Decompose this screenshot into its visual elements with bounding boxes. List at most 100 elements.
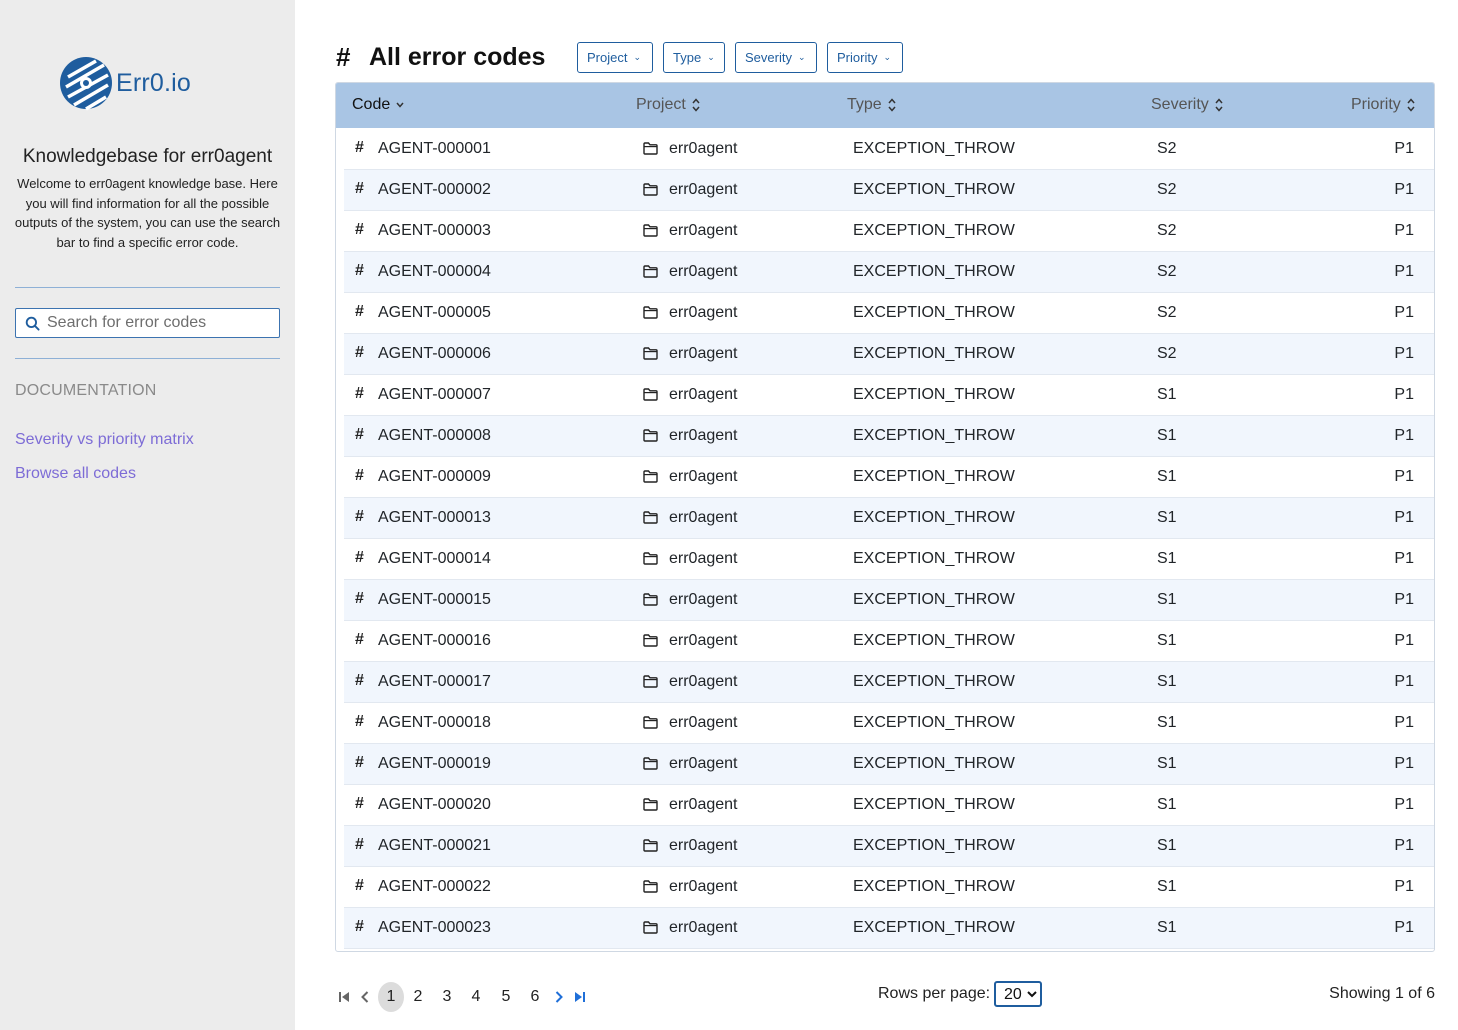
table-row[interactable]: # AGENT-000009 err0agent EXCEPTION_THROW S1 P… [344,457,1434,498]
code-cell[interactable]: AGENT-000022 [378,878,491,896]
page-button-5[interactable]: 5 [497,982,515,1012]
first-page-button[interactable] [336,982,352,1012]
priority-cell: P1 [1394,632,1414,649]
prev-page-button[interactable] [358,982,372,1012]
type-cell: EXCEPTION_THROW [853,345,1015,362]
severity-priority-matrix-link[interactable]: Severity vs priority matrix [15,431,194,449]
hash-icon: # [355,549,364,566]
folder-icon [643,347,658,365]
showing-page-text: Showing 1 of 6 [1329,985,1435,1002]
code-cell[interactable]: AGENT-000020 [378,796,491,814]
type-cell: EXCEPTION_THROW [853,509,1015,526]
table-row[interactable]: # AGENT-000013 err0agent EXCEPTION_THROW S1 P… [344,498,1434,539]
code-cell[interactable]: AGENT-000005 [378,304,491,322]
code-cell[interactable]: AGENT-000007 [378,386,491,404]
code-cell[interactable]: AGENT-000016 [378,632,491,650]
divider [15,358,280,359]
page-button-6[interactable]: 6 [526,982,544,1012]
code-cell[interactable]: AGENT-000018 [378,714,491,732]
table-row[interactable]: # AGENT-000001 err0agent EXCEPTION_THROW S2 P… [344,129,1434,170]
table-row[interactable]: # AGENT-000015 err0agent EXCEPTION_THROW S1 P… [344,580,1434,621]
table-row[interactable]: # AGENT-000002 err0agent EXCEPTION_THROW S2 P… [344,170,1434,211]
err0-logo-icon [60,57,112,111]
code-cell[interactable]: AGENT-000006 [378,345,491,363]
search-box[interactable] [15,308,280,338]
hash-icon: # [336,42,351,72]
type-cell: EXCEPTION_THROW [853,550,1015,567]
project-cell: err0agent [669,837,738,854]
table-row[interactable]: # AGENT-000023 err0agent EXCEPTION_THROW S1 P… [344,908,1434,949]
priority-cell: P1 [1394,755,1414,772]
folder-icon [643,634,658,652]
priority-cell: P1 [1394,304,1414,321]
project-cell: err0agent [669,427,738,444]
table-row[interactable]: # AGENT-000003 err0agent EXCEPTION_THROW S2 P… [344,211,1434,252]
table-row[interactable]: # AGENT-000007 err0agent EXCEPTION_THROW S1 P… [344,375,1434,416]
next-page-button[interactable] [552,982,566,1012]
table-row[interactable]: # AGENT-000004 err0agent EXCEPTION_THROW S2 P… [344,252,1434,293]
code-cell[interactable]: AGENT-000023 [378,919,491,937]
code-cell[interactable]: AGENT-000002 [378,181,491,199]
column-header-label: Project [636,96,686,113]
code-cell[interactable]: AGENT-000013 [378,509,491,527]
table-row[interactable]: # AGENT-000016 err0agent EXCEPTION_THROW S1 P… [344,621,1434,662]
code-cell[interactable]: AGENT-000008 [378,427,491,445]
page-button-4[interactable]: 4 [467,982,485,1012]
folder-icon [643,839,658,857]
logo-text: Err0.io [116,68,192,97]
type-cell: EXCEPTION_THROW [853,714,1015,731]
last-page-button[interactable] [572,982,588,1012]
page-button-2[interactable]: 2 [409,982,427,1012]
code-cell[interactable]: AGENT-000021 [378,837,491,855]
priority-cell: P1 [1394,796,1414,813]
project-cell: err0agent [669,263,738,280]
rows-per-page-select[interactable]: 20 [994,981,1042,1007]
hash-icon: # [355,508,364,525]
table-row[interactable]: # AGENT-000014 err0agent EXCEPTION_THROW S1 P… [344,539,1434,580]
table-row[interactable]: # AGENT-000008 err0agent EXCEPTION_THROW S1 P… [344,416,1434,457]
table-row[interactable]: # AGENT-000017 err0agent EXCEPTION_THROW S1 P… [344,662,1434,703]
browse-all-codes-link[interactable]: Browse all codes [15,465,136,483]
filter-type-button[interactable]: Type ⌄ [663,42,725,73]
type-cell: EXCEPTION_THROW [853,591,1015,608]
table-row[interactable]: # AGENT-000021 err0agent EXCEPTION_THROW S1 P… [344,826,1434,867]
column-header-priority[interactable]: Priority [1351,96,1415,114]
table-row[interactable]: # AGENT-000005 err0agent EXCEPTION_THROW S2 P… [344,293,1434,334]
table-row[interactable]: # AGENT-000022 err0agent EXCEPTION_THROW S1 P… [344,867,1434,908]
project-cell: err0agent [669,632,738,649]
table-row[interactable]: # AGENT-000006 err0agent EXCEPTION_THROW S2 P… [344,334,1434,375]
page-button-1[interactable]: 1 [378,982,404,1012]
column-header-severity[interactable]: Severity [1151,96,1223,114]
column-header-type[interactable]: Type [847,96,896,114]
priority-cell: P1 [1394,181,1414,198]
code-cell[interactable]: AGENT-000017 [378,673,491,691]
logo[interactable]: Err0.io [58,55,191,111]
column-header-project[interactable]: Project [636,96,700,114]
code-cell[interactable]: AGENT-000009 [378,468,491,486]
type-cell: EXCEPTION_THROW [853,673,1015,690]
hash-icon: # [355,467,364,484]
hash-icon: # [355,385,364,402]
search-input[interactable] [47,314,267,332]
filter-severity-button[interactable]: Severity ⌄ [735,42,817,73]
code-cell[interactable]: AGENT-000019 [378,755,491,773]
filter-priority-button[interactable]: Priority ⌄ [827,42,903,73]
table-row[interactable]: # AGENT-000020 err0agent EXCEPTION_THROW S1 P… [344,785,1434,826]
code-cell[interactable]: AGENT-000015 [378,591,491,609]
filter-project-button[interactable]: Project ⌄ [577,42,653,73]
code-cell[interactable]: AGENT-000003 [378,222,491,240]
page-button-3[interactable]: 3 [438,982,456,1012]
folder-icon [643,265,658,283]
code-cell[interactable]: AGENT-000004 [378,263,491,281]
project-cell: err0agent [669,509,738,526]
hash-icon: # [355,221,364,238]
code-cell[interactable]: AGENT-000014 [378,550,491,568]
priority-cell: P1 [1394,550,1414,567]
code-cell[interactable]: AGENT-000001 [378,140,491,158]
column-header-code[interactable]: Code [352,96,404,114]
table-row[interactable]: # AGENT-000019 err0agent EXCEPTION_THROW S1 P… [344,744,1434,785]
table-row[interactable]: # AGENT-000018 err0agent EXCEPTION_THROW S1 P… [344,703,1434,744]
type-cell: EXCEPTION_THROW [853,468,1015,485]
project-cell: err0agent [669,550,738,567]
project-cell: err0agent [669,755,738,772]
